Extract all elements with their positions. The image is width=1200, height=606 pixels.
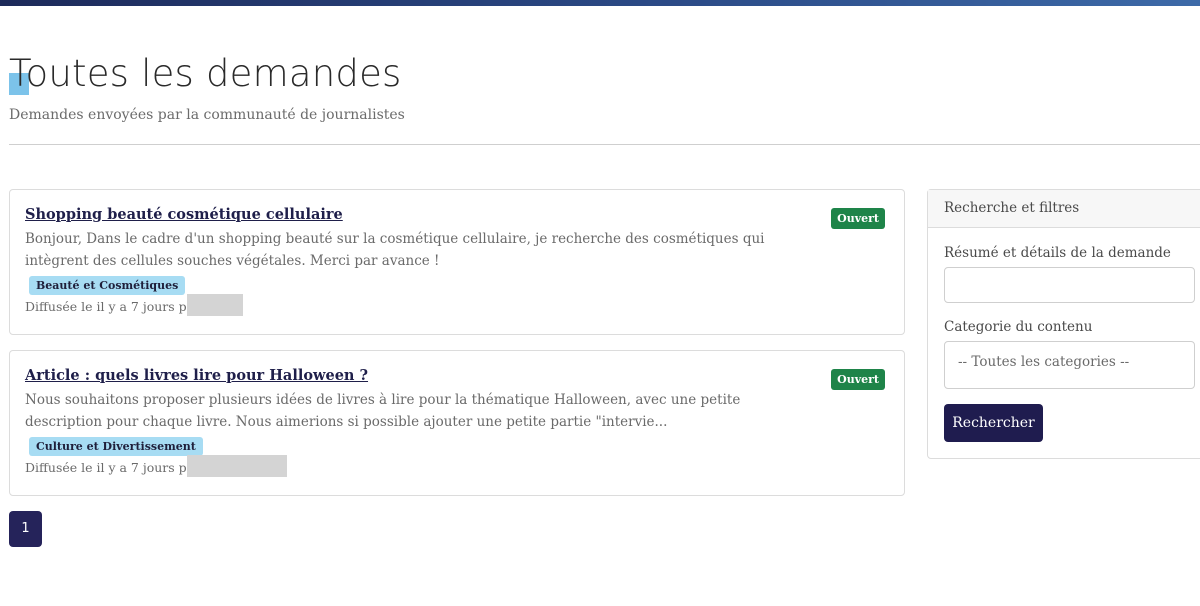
request-description: Nous souhaitons proposer plusieurs idées… [25,392,741,430]
header-divider [9,144,1200,145]
request-title-link[interactable]: Article : quels livres lire pour Hallowe… [25,367,368,384]
status-badge: Ouvert [831,369,885,390]
pagination-page-1[interactable]: 1 [9,511,42,547]
search-button[interactable]: Rechercher [944,404,1043,442]
summary-label: Résumé et détails de la demande [944,245,1171,261]
summary-input[interactable] [944,267,1195,303]
search-filter-panel: Recherche et filtres Résumé et détails d… [927,189,1200,459]
category-tag: Culture et Divertissement [29,437,203,456]
panel-header: Recherche et filtres [928,190,1200,228]
status-badge: Ouvert [831,208,885,229]
redacted-author [187,294,243,316]
request-meta: Diffusée le il y a 7 jours par [25,460,201,475]
page-subtitle: Demandes envoyées par la communauté de j… [9,107,405,123]
page-title: Toutes les demandes [9,52,402,95]
category-select[interactable]: -- Toutes les categories -- [944,341,1195,389]
request-title-link[interactable]: Shopping beauté cosmétique cellulaire [25,206,343,223]
request-card: Article : quels livres lire pour Hallowe… [9,350,905,496]
category-label: Categorie du contenu [944,319,1093,335]
request-meta: Diffusée le il y a 7 jours par [25,299,201,314]
request-description: Bonjour, Dans le cadre d'un shopping bea… [25,231,765,269]
request-card: Shopping beauté cosmétique cellulaire Ou… [9,189,905,335]
redacted-author [187,455,287,477]
top-accent-bar [0,0,1200,6]
category-tag: Beauté et Cosmétiques [29,276,186,295]
